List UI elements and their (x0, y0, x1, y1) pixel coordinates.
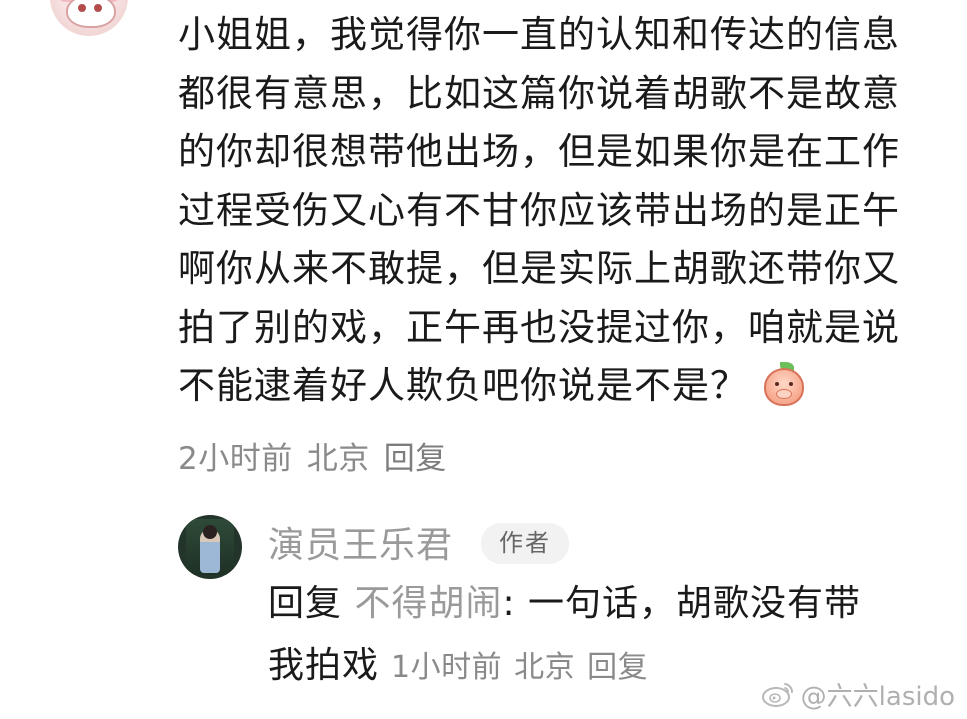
comment-line: 小姐姐，我觉得你一直的认知和传达的信息 (178, 13, 900, 56)
reply-line: 回复 不得胡闹: 一句话，胡歌没有带 (268, 573, 861, 635)
weibo-logo-icon (761, 683, 793, 707)
avatar-face (66, 0, 116, 28)
comment-line: 的你却很想带他出场，但是如果你是在工作 (178, 130, 900, 173)
comment-line: 拍了别的戏，正午再也没提过你，咱就是说 (178, 305, 900, 349)
comment-line: 都很有意思，比如这篇你说着胡歌不是故意 (178, 71, 900, 115)
commenter-avatar[interactable] (50, 0, 128, 36)
comment-line: 过程受伤又心有不甘你应该带出场的是正午 (178, 188, 900, 232)
reply-location: 北京 (514, 650, 576, 685)
comment-line: 啊你从来不敢提，但是实际上胡歌还带你又 (178, 247, 900, 290)
reply-prefix: 回复 (268, 583, 343, 624)
avatar-eye-right (94, 4, 102, 12)
comment-meta: 2小时前 北京 回复 (178, 433, 461, 478)
watermark-text: @六六lasido (800, 681, 955, 712)
comment-time: 2小时前 (178, 441, 293, 477)
reply-author-name[interactable]: 演员王乐君 (268, 516, 453, 568)
comment-body: 小姐姐，我觉得你一直的认知和传达的信息 都很有意思，比如这篇你说着胡歌不是故意 … (178, 6, 938, 416)
author-badge: 作者 (481, 523, 569, 564)
avatar-eye-left (78, 4, 86, 12)
reply-meta: 1小时前 北京 回复 (391, 650, 660, 685)
reply-reply-button[interactable]: 回复 (587, 650, 648, 685)
comment-location: 北京 (306, 441, 370, 477)
reply-time: 1小时前 (391, 650, 503, 685)
reply-author-avatar[interactable] (178, 515, 242, 579)
watermark: @六六lasido (761, 677, 955, 712)
reply-target-user[interactable]: 不得胡闹 (354, 583, 502, 624)
comment-line-last: 不能逮着好人欺负吧你说是不是？ (178, 357, 938, 416)
reply-text-part1: : 一句话，胡歌没有带 (502, 583, 862, 624)
avatar-head (203, 525, 217, 539)
reply-text-part2: 我拍戏 (268, 645, 380, 686)
comment-line-text: 不能逮着好人欺负吧你说是不是？ (178, 364, 748, 407)
comment-reply-button[interactable]: 回复 (384, 441, 447, 477)
peach-emoji-icon (762, 362, 806, 406)
